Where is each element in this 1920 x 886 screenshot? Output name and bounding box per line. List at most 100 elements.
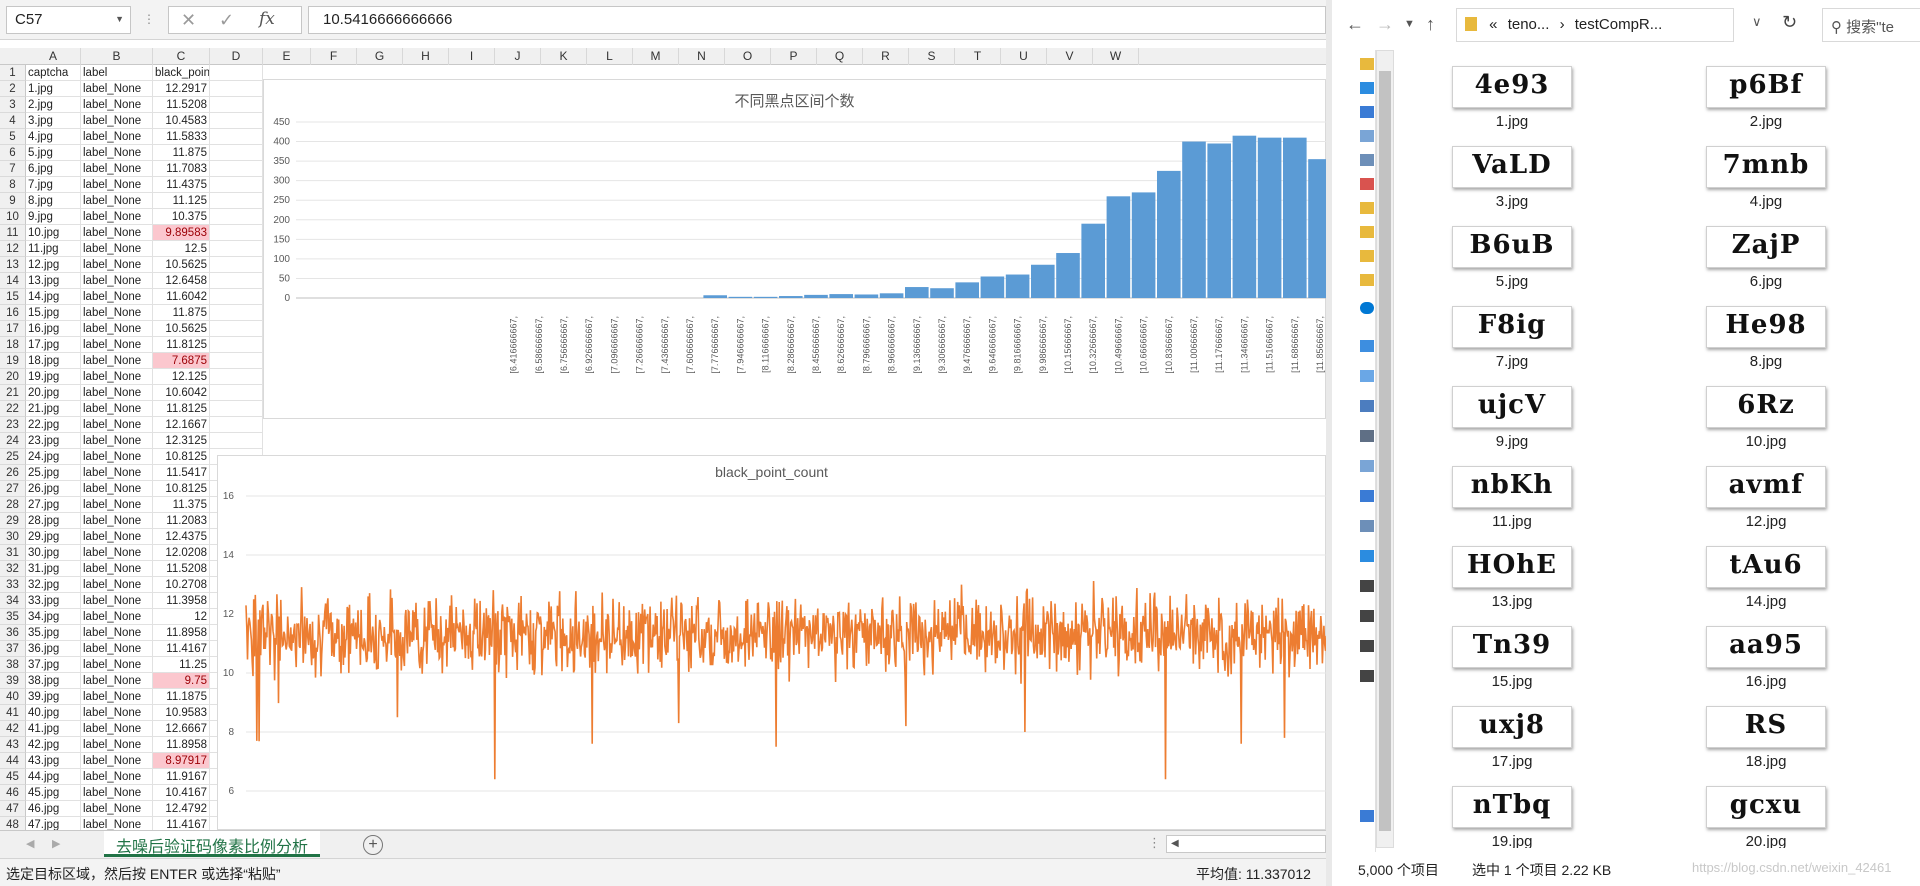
histogram-bar[interactable] <box>1207 143 1231 298</box>
histogram-bar[interactable] <box>930 288 954 298</box>
cell-captcha[interactable]: 40.jpg <box>26 705 81 721</box>
cell-black-point-count[interactable]: 11.875 <box>153 145 210 161</box>
cell-black-point-count[interactable]: 12.4792 <box>153 801 210 817</box>
cell[interactable] <box>210 161 263 177</box>
row-number[interactable]: 15 <box>0 289 26 305</box>
captcha-thumbnail[interactable]: nTbq <box>1452 786 1572 828</box>
column-header-t[interactable]: T <box>955 48 1001 65</box>
cell-label[interactable]: label_None <box>81 273 153 289</box>
cell-captcha[interactable]: 3.jpg <box>26 113 81 129</box>
histogram-bar[interactable] <box>753 296 778 298</box>
cell[interactable] <box>210 273 263 289</box>
column-header-n[interactable]: N <box>679 48 725 65</box>
cell-black-point-count[interactable]: 11.8125 <box>153 337 210 353</box>
cancel-icon[interactable]: ✕ <box>181 10 196 31</box>
videos-icon[interactable] <box>1360 430 1374 442</box>
cell-captcha[interactable]: 31.jpg <box>26 561 81 577</box>
column-header-c[interactable]: C <box>153 48 210 65</box>
cell-black-point-count[interactable]: 12.0208 <box>153 545 210 561</box>
folder-icon[interactable] <box>1360 250 1374 262</box>
file-item[interactable]: ZajP 6.jpg <box>1656 218 1856 290</box>
row-number[interactable]: 29 <box>0 513 26 529</box>
file-item[interactable]: aa95 16.jpg <box>1656 618 1856 690</box>
row-number[interactable]: 1 <box>0 65 26 81</box>
drive-icon[interactable] <box>1360 670 1374 682</box>
captcha-thumbnail[interactable]: ZajP <box>1706 226 1826 268</box>
cell-label[interactable]: label_None <box>81 673 153 689</box>
sheet-tab[interactable]: 去噪后验证码像素比例分析 <box>104 831 321 857</box>
cell-label[interactable]: label_None <box>81 625 153 641</box>
column-header-v[interactable]: V <box>1047 48 1093 65</box>
cell-black-point-count[interactable]: 11.5417 <box>153 465 210 481</box>
cell-black-point-count[interactable]: 11.875 <box>153 305 210 321</box>
cell-black-point-count[interactable]: 11.4375 <box>153 177 210 193</box>
cell-label[interactable]: label_None <box>81 193 153 209</box>
row-number[interactable]: 12 <box>0 241 26 257</box>
cell-label[interactable]: label_None <box>81 801 153 817</box>
file-item[interactable]: 4e93 1.jpg <box>1402 58 1602 130</box>
cell-black-point-count[interactable]: 9.89583 <box>153 225 210 241</box>
captcha-thumbnail[interactable]: Tn39 <box>1452 626 1572 668</box>
histogram-bar[interactable] <box>1081 223 1105 298</box>
histogram-chart[interactable]: 不同黑点区间个数 0 50 100 150 200 250 300 350 400 450 [6.4… <box>263 79 1326 419</box>
cell[interactable] <box>210 193 263 209</box>
row-number[interactable]: 27 <box>0 481 26 497</box>
scroll-left-icon[interactable]: ◀ <box>1171 838 1179 849</box>
captcha-thumbnail[interactable]: 4e93 <box>1452 66 1572 108</box>
file-item[interactable]: 7mnb 4.jpg <box>1656 138 1856 210</box>
cell-label[interactable]: label_None <box>81 225 153 241</box>
column-header-q[interactable]: Q <box>817 48 863 65</box>
cell-label[interactable]: label_None <box>81 593 153 609</box>
cell[interactable] <box>210 209 263 225</box>
cell-black-point-count[interactable]: 11.7083 <box>153 161 210 177</box>
cell-captcha[interactable]: 27.jpg <box>26 497 81 513</box>
row-number[interactable]: 46 <box>0 785 26 801</box>
column-header-s[interactable]: S <box>909 48 955 65</box>
cell-captcha[interactable]: 14.jpg <box>26 289 81 305</box>
cell-captcha[interactable]: 16.jpg <box>26 321 81 337</box>
cell-black-point-count[interactable]: 11.1875 <box>153 689 210 705</box>
row-number[interactable]: 33 <box>0 577 26 593</box>
row-number[interactable]: 8 <box>0 177 26 193</box>
cell[interactable] <box>210 97 263 113</box>
histogram-bar[interactable] <box>905 287 929 298</box>
row-number[interactable]: 31 <box>0 545 26 561</box>
captcha-thumbnail[interactable]: 7mnb <box>1706 146 1826 188</box>
captcha-thumbnail[interactable]: avmf <box>1706 466 1826 508</box>
file-item[interactable]: gcxu 20.jpg <box>1656 778 1856 848</box>
row-number[interactable]: 24 <box>0 433 26 449</box>
cell-black-point-count[interactable]: 12.4375 <box>153 529 210 545</box>
cell-black-point-count[interactable]: 11.4167 <box>153 641 210 657</box>
row-number[interactable]: 32 <box>0 561 26 577</box>
enter-check-icon[interactable]: ✓ <box>219 10 234 31</box>
cell[interactable] <box>210 113 263 129</box>
cell-black-point-count[interactable]: 11.6042 <box>153 289 210 305</box>
pictures-icon[interactable] <box>1360 520 1374 532</box>
recent-dropdown-icon[interactable]: ▼ <box>1404 18 1415 30</box>
forward-arrow-icon[interactable]: → <box>1376 14 1394 35</box>
histogram-bar[interactable] <box>703 295 727 298</box>
cell-captcha[interactable]: 20.jpg <box>26 385 81 401</box>
cell-captcha[interactable]: 15.jpg <box>26 305 81 321</box>
cell-black-point-count[interactable]: 11.25 <box>153 657 210 673</box>
cell-captcha[interactable]: 4.jpg <box>26 129 81 145</box>
column-header-h[interactable]: H <box>403 48 449 65</box>
histogram-bar[interactable] <box>779 296 803 298</box>
cell-label[interactable]: label_None <box>81 337 153 353</box>
cell-captcha[interactable]: 6.jpg <box>26 161 81 177</box>
cell-captcha[interactable]: 34.jpg <box>26 609 81 625</box>
row-number[interactable]: 38 <box>0 657 26 673</box>
row-number[interactable]: 20 <box>0 369 26 385</box>
music-icon[interactable] <box>1360 178 1374 190</box>
cell-black-point-count[interactable]: 12.125 <box>153 369 210 385</box>
cell-label[interactable]: label_None <box>81 705 153 721</box>
cell-captcha[interactable]: 28.jpg <box>26 513 81 529</box>
row-number[interactable]: 10 <box>0 209 26 225</box>
cell[interactable] <box>210 145 263 161</box>
file-item[interactable]: VaLD 3.jpg <box>1402 138 1602 210</box>
row-number[interactable]: 18 <box>0 337 26 353</box>
histogram-bar[interactable] <box>829 294 853 298</box>
row-number[interactable]: 35 <box>0 609 26 625</box>
captcha-thumbnail[interactable]: uxj8 <box>1452 706 1572 748</box>
cell-black-point-count[interactable]: 11.8958 <box>153 625 210 641</box>
